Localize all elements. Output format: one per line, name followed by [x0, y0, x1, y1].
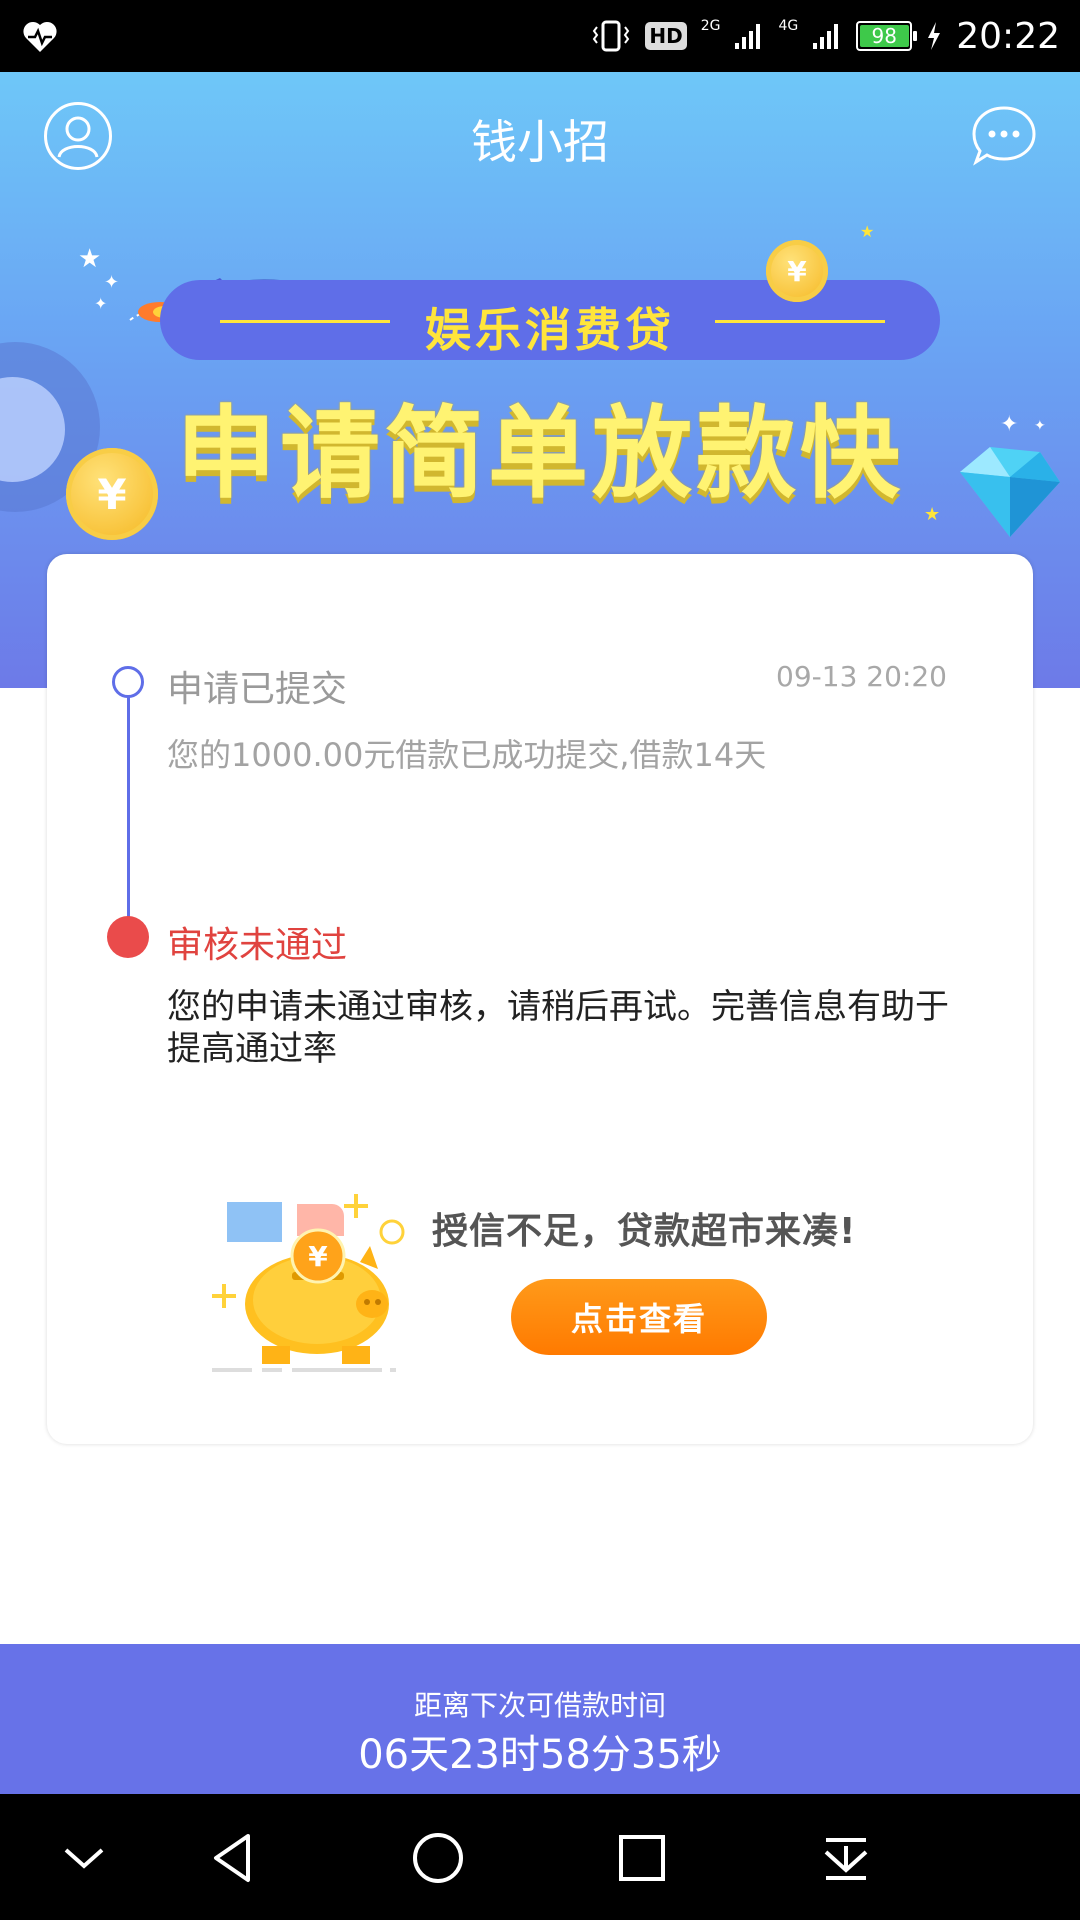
application-status-card: 申请已提交 09-13 20:20 您的1000.00元借款已成功提交,借款14…	[47, 554, 1033, 1444]
message-button[interactable]	[970, 104, 1038, 168]
next-loan-countdown: 距离下次可借款时间 06天23时58分35秒	[0, 1644, 1080, 1794]
step-submitted-desc: 您的1000.00元借款已成功提交,借款14天	[167, 736, 767, 774]
home-icon[interactable]	[406, 1826, 470, 1890]
system-nav-bar	[0, 1794, 1080, 1920]
star-icon: ✦	[1000, 412, 1019, 437]
vibrate-icon	[593, 20, 630, 52]
star-icon: ★	[78, 244, 102, 274]
hd-icon: HD	[645, 22, 687, 50]
step-submitted-title: 申请已提交	[167, 669, 348, 710]
piggy-bank-icon: ¥	[212, 1194, 405, 1372]
signal-icon	[813, 24, 839, 49]
product-name: 娱乐消费贷	[425, 303, 675, 357]
timeline-dot-submitted	[112, 666, 144, 698]
status-bar: HD 2G 4G 98 20:22	[0, 0, 1080, 72]
banner-headline: 申请简单放款快	[176, 395, 904, 512]
battery-icon: 98	[856, 21, 918, 51]
network-4g-label: 4G	[778, 18, 799, 34]
ribbon-line-right	[715, 320, 885, 323]
timeline-line	[127, 686, 130, 941]
recents-icon[interactable]	[610, 1826, 674, 1890]
step-submitted-time: 09-13 20:20	[776, 660, 947, 693]
signal-icon	[735, 24, 761, 49]
diamond-icon	[960, 447, 1060, 537]
countdown-value: 06天23时58分35秒	[358, 1732, 722, 1778]
heart-monitor-icon	[23, 21, 57, 52]
chat-icon	[972, 106, 1036, 166]
charging-icon	[928, 22, 941, 50]
status-time: 20:22	[956, 15, 1060, 57]
svg-text:¥: ¥	[308, 1240, 328, 1273]
star-icon: ★	[860, 222, 875, 241]
app-title: 钱小招	[471, 115, 609, 169]
step-rejected-title: 审核未通过	[167, 925, 348, 966]
product-ribbon: 娱乐消费贷	[160, 280, 940, 360]
back-icon[interactable]	[202, 1826, 266, 1890]
battery-level: 98	[871, 24, 897, 48]
star-icon: ✦	[94, 294, 108, 313]
network-2g-label: 2G	[700, 18, 721, 34]
star-icon: ★	[924, 504, 941, 525]
countdown-label: 距离下次可借款时间	[413, 1689, 666, 1722]
coin-icon: ¥	[766, 240, 828, 302]
chevron-down-icon[interactable]	[52, 1826, 116, 1890]
timeline-dot-rejected	[107, 916, 149, 958]
star-icon: ✦	[1034, 418, 1046, 434]
view-loan-market-button[interactable]: 点击查看	[511, 1279, 767, 1355]
app-header: 钱小招	[0, 72, 1080, 202]
notification-pull-icon[interactable]	[814, 1826, 878, 1890]
promo-text: 授信不足，贷款超市来凑!	[432, 1211, 857, 1252]
star-icon: ✦	[104, 272, 120, 293]
step-rejected-desc: 您的申请未通过审核，请稍后再试。完善信息有助于提高通过率	[167, 987, 949, 1069]
